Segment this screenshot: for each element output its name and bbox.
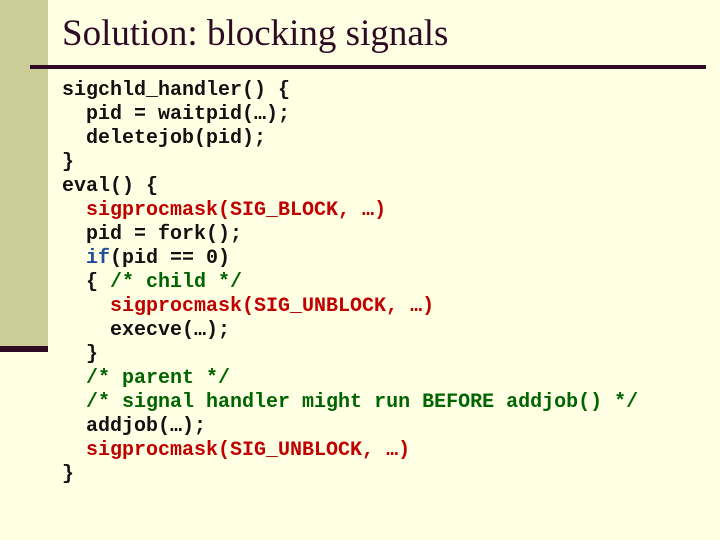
- code-line: eval() {: [62, 175, 638, 199]
- code-token-call: sigprocmask(SIG_BLOCK, …): [86, 199, 387, 222]
- code-line: sigprocmask(SIG_UNBLOCK, …): [62, 295, 638, 319]
- code-token-comment: /* signal handler might run BEFORE addjo…: [86, 391, 639, 414]
- code-token-plain: addjob(…);: [86, 415, 207, 438]
- code-line: { /* child */: [62, 271, 638, 295]
- code-line: sigprocmask(SIG_UNBLOCK, …): [62, 439, 638, 463]
- code-token-comment: /* child */: [110, 271, 243, 294]
- code-token-plain: }: [62, 463, 75, 486]
- code-token-plain: pid = fork();: [86, 223, 243, 246]
- code-token-comment: /* parent */: [86, 367, 231, 390]
- code-line: addjob(…);: [62, 415, 638, 439]
- decorative-side-rule: [0, 346, 48, 352]
- code-token-plain: }: [62, 151, 75, 174]
- code-line: if(pid == 0): [62, 247, 638, 271]
- code-token-plain: (pid == 0): [110, 247, 231, 270]
- code-line: sigprocmask(SIG_BLOCK, …): [62, 199, 638, 223]
- code-token-keyword: if: [86, 247, 111, 270]
- code-line: execve(…);: [62, 319, 638, 343]
- code-token-plain: eval() {: [62, 175, 159, 198]
- code-block: sigchld_handler() { pid = waitpid(…); de…: [62, 79, 638, 487]
- code-line: }: [62, 151, 638, 175]
- code-token-call: sigprocmask(SIG_UNBLOCK, …): [110, 295, 435, 318]
- title-underline-divider: [30, 65, 706, 69]
- code-token-plain: execve(…);: [110, 319, 231, 342]
- code-line: }: [62, 463, 638, 487]
- code-line: pid = fork();: [62, 223, 638, 247]
- code-line: deletejob(pid);: [62, 127, 638, 151]
- code-line: sigchld_handler() {: [62, 79, 638, 103]
- code-line: }: [62, 343, 638, 367]
- code-line: /* signal handler might run BEFORE addjo…: [62, 391, 638, 415]
- slide-title: Solution: blocking signals: [62, 13, 449, 54]
- code-token-plain: deletejob(pid);: [86, 127, 267, 150]
- code-token-plain: pid = waitpid(…);: [86, 103, 291, 126]
- decorative-side-band: [0, 0, 48, 346]
- code-token-plain: {: [86, 271, 111, 294]
- code-token-call: sigprocmask(SIG_UNBLOCK, …): [86, 439, 411, 462]
- code-line: pid = waitpid(…);: [62, 103, 638, 127]
- code-token-plain: }: [86, 343, 99, 366]
- code-token-plain: sigchld_handler() {: [62, 79, 291, 102]
- code-line: /* parent */: [62, 367, 638, 391]
